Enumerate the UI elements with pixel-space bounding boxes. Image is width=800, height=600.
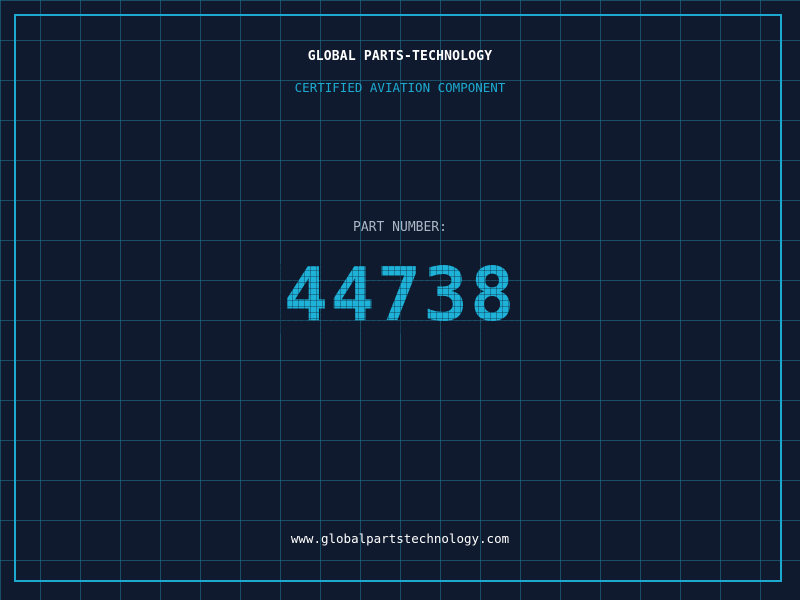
- company-name: GLOBAL PARTS-TECHNOLOGY: [307, 49, 493, 64]
- part-number-value: 44738: [0, 258, 800, 332]
- part-number-label: PART NUMBER:: [353, 220, 447, 235]
- website-url: www.globalpartstechnology.com: [290, 531, 510, 546]
- certification-subtitle: CERTIFIED AVIATION COMPONENT: [294, 80, 506, 95]
- part-label-screen: GLOBAL PARTS-TECHNOLOGY CERTIFIED AVIATI…: [0, 0, 800, 600]
